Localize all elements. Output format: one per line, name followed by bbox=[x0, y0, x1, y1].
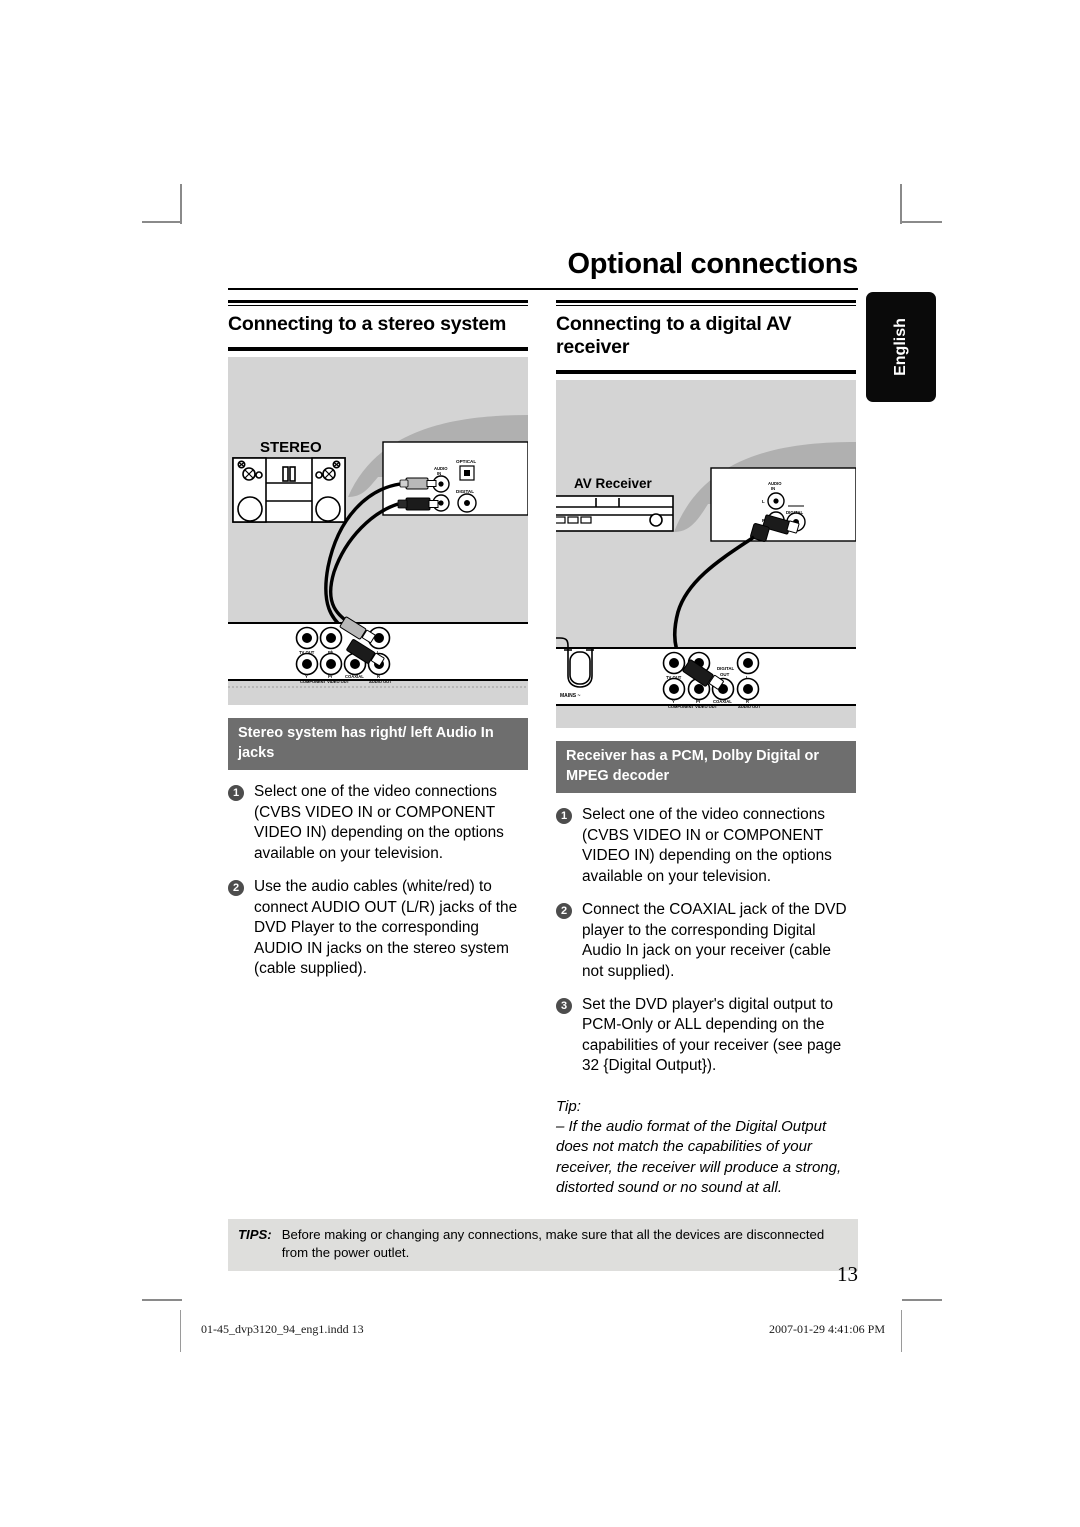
tip-label: Tip: bbox=[556, 1097, 581, 1115]
svg-text:IN: IN bbox=[437, 471, 441, 476]
tips-text: Before making or changing any connection… bbox=[281, 1227, 825, 1260]
steps-av-receiver: 1 Select one of the video connections (C… bbox=[556, 805, 856, 1077]
step-text: Use the audio cables (white/red) to conn… bbox=[254, 878, 518, 977]
label-optical: OPTICAL bbox=[456, 459, 476, 464]
step-text: Set the DVD player's digital output to P… bbox=[582, 996, 842, 1075]
diagram-stereo-connection: STEREO OPTICAL DIGITAL AUDIO IN TV OUT P… bbox=[228, 357, 528, 705]
section-rule-bottom bbox=[556, 370, 856, 374]
diagram-av-receiver-connection: AV Receiver AUDIO IN L R MAINS ~ TV OUT … bbox=[556, 380, 856, 728]
crop-mark-top-right-horizontal bbox=[902, 221, 942, 223]
label-component-video-out: COMPONENT VIDEO OUT bbox=[668, 704, 718, 709]
crop-mark-top-right-vertical bbox=[900, 184, 902, 224]
step-item: 1 Select one of the video connections (C… bbox=[556, 805, 856, 887]
label-digital-out: DIGITAL bbox=[717, 666, 735, 671]
svg-text:IN: IN bbox=[771, 486, 775, 491]
crop-mark-top-left-horizontal bbox=[142, 221, 182, 223]
section-rule-bottom bbox=[228, 347, 528, 351]
step-item: 2 Use the audio cables (white/red) to co… bbox=[228, 877, 528, 979]
step-text: Select one of the video connections (CVB… bbox=[582, 806, 832, 885]
language-tab-label: English bbox=[892, 318, 909, 376]
step-number: 1 bbox=[228, 785, 244, 802]
step-text: Select one of the video connections (CVB… bbox=[254, 783, 504, 862]
print-footer-filename: 01-45_dvp3120_94_eng1.indd 13 bbox=[201, 1322, 364, 1336]
label-component-video-out: COMPONENT VIDEO OUT bbox=[300, 679, 350, 684]
tip-block: Tip: – If the audio format of the Digita… bbox=[556, 1097, 856, 1198]
av-receiver-illustration bbox=[556, 495, 674, 532]
stereo-system-illustration bbox=[232, 457, 346, 523]
page-number: 13 bbox=[837, 1262, 858, 1286]
step-item: 3 Set the DVD player's digital output to… bbox=[556, 995, 856, 1077]
header-rule bbox=[228, 288, 858, 290]
page-title: Optional connections bbox=[567, 248, 859, 280]
label-mains: MAINS ~ bbox=[560, 693, 581, 699]
label-audio-out: AUDIO OUT bbox=[369, 679, 392, 684]
subhead-av-receiver: Receiver has a PCM, Dolby Digital or MPE… bbox=[556, 741, 856, 794]
step-text: Connect the COAXIAL jack of the DVD play… bbox=[582, 901, 847, 980]
section-heading-av-receiver: Connecting to a digital AV receiver bbox=[556, 313, 792, 358]
column-av-receiver: Connecting to a digital AV receiver AV R… bbox=[556, 300, 856, 1198]
diagram-stereo-label: STEREO bbox=[260, 439, 322, 456]
av-receiver-buttons bbox=[556, 516, 592, 524]
tips-label: TIPS: bbox=[238, 1227, 272, 1242]
label-l: L bbox=[762, 499, 765, 504]
tip-text: – If the audio format of the Digital Out… bbox=[556, 1118, 842, 1196]
section-heading-stereo: Connecting to a stereo system bbox=[228, 313, 507, 335]
steps-stereo: 1 Select one of the video connections (C… bbox=[228, 782, 528, 979]
language-tab: English bbox=[866, 292, 936, 402]
crop-mark-bottom-left-horizontal bbox=[142, 1299, 182, 1301]
label-digital: DIGITAL bbox=[456, 489, 474, 494]
label-audio-out: AUDIO OUT bbox=[738, 704, 761, 709]
step-number: 3 bbox=[556, 998, 572, 1014]
step-number: 1 bbox=[556, 808, 572, 825]
tips-footer-bar: TIPS: Before making or changing any conn… bbox=[228, 1219, 858, 1271]
print-footer: 01-45_dvp3120_94_eng1.indd 13 2007-01-29… bbox=[180, 1310, 902, 1352]
step-number: 2 bbox=[228, 880, 244, 897]
step-number: 2 bbox=[556, 903, 572, 920]
diagram-av-receiver-label: AV Receiver bbox=[574, 476, 653, 491]
step-item: 1 Select one of the video connections (C… bbox=[228, 782, 528, 864]
svg-text:OUT: OUT bbox=[720, 672, 730, 677]
step-item: 2 Connect the COAXIAL jack of the DVD pl… bbox=[556, 900, 856, 982]
print-footer-timestamp: 2007-01-29 4:41:06 PM bbox=[768, 1322, 885, 1336]
crop-mark-top-left-vertical bbox=[180, 184, 182, 224]
subhead-stereo: Stereo system has right/ left Audio In j… bbox=[228, 718, 528, 771]
column-stereo: Connecting to a stereo system STEREO OPT… bbox=[228, 300, 528, 992]
crop-mark-bottom-right-horizontal bbox=[902, 1299, 942, 1301]
